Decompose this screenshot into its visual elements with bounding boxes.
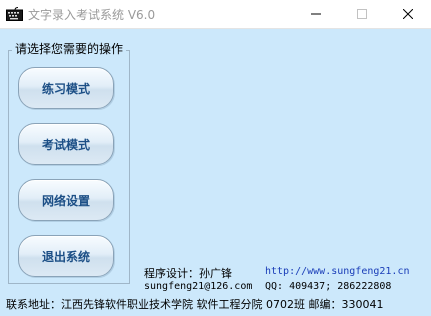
network-settings-button[interactable]: 网络设置 <box>18 179 114 221</box>
app-icon <box>6 7 23 21</box>
practice-mode-button[interactable]: 练习模式 <box>18 67 114 109</box>
qq-text: QQ: 409437; 286222808 <box>265 281 392 292</box>
email-text: sungfeng21@126.com <box>144 281 253 292</box>
window-title: 文字录入考试系统 V6.0 <box>28 8 156 22</box>
groupbox-title: 请选择您需要的操作 <box>12 40 127 57</box>
designer-label: 程序设计：孙广锋 <box>144 267 232 280</box>
minimize-icon <box>311 13 321 15</box>
maximize-button[interactable] <box>339 0 385 28</box>
maximize-icon <box>357 9 367 19</box>
title-bar[interactable]: 文字录入考试系统 V6.0 <box>0 0 431 29</box>
main-window: 文字录入考试系统 V6.0 请选择您需要的操作 练习模式 考试模式 网络设置 退… <box>0 0 431 316</box>
website-link[interactable]: http://www.sungfeng21.cn <box>265 266 410 277</box>
minimize-button[interactable] <box>293 0 339 28</box>
exam-mode-button[interactable]: 考试模式 <box>18 123 114 165</box>
close-button[interactable] <box>385 0 431 28</box>
close-icon <box>403 9 413 19</box>
exit-system-button[interactable]: 退出系统 <box>18 235 114 277</box>
address-footer: 联系地址：江西先锋软件职业技术学院 软件工程分院 0702班 邮编：330041 <box>6 298 384 311</box>
